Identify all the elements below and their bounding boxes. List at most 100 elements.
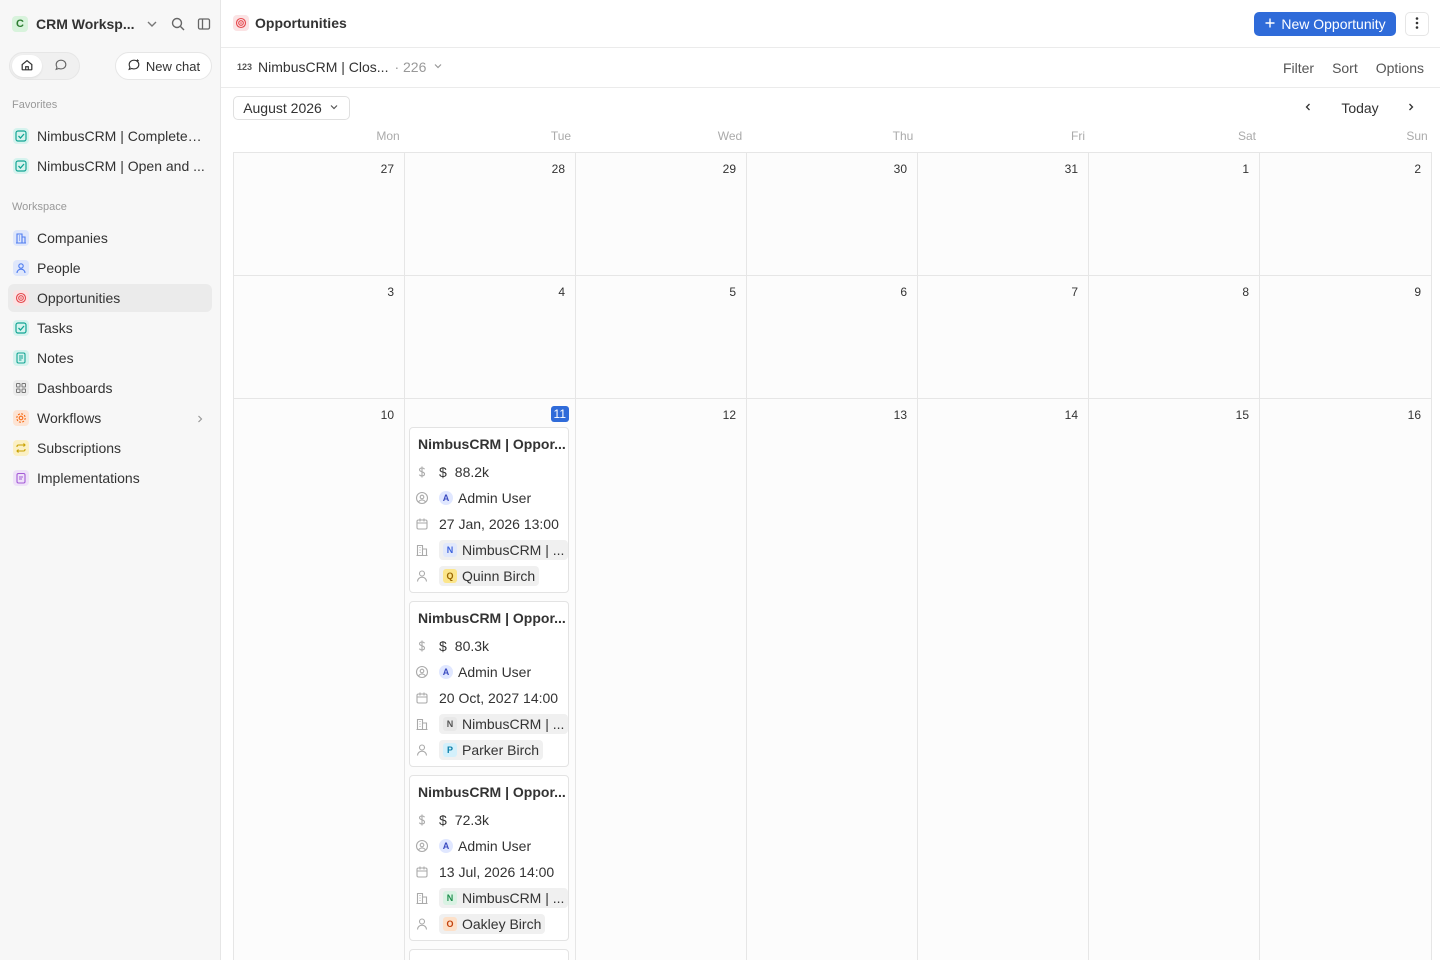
favorite-item-completed[interactable]: NimbusCRM | Completed ... (8, 122, 212, 150)
sidebar-item-notes[interactable]: Notes (8, 344, 212, 372)
card-title: NimbusCRM | Oppor... (418, 436, 566, 452)
home-tab[interactable] (12, 55, 42, 77)
company-chip[interactable]: N NimbusCRM | ... (439, 540, 569, 560)
today-button[interactable]: Today (1333, 99, 1387, 117)
sidebar-item-dashboards[interactable]: Dashboards (8, 374, 212, 402)
owner-chip[interactable]: A Admin User (439, 662, 535, 682)
company-chip[interactable]: N NimbusCRM | ... (439, 888, 569, 908)
sidebar-item-opportunities[interactable]: Opportunities (8, 284, 212, 312)
contact-chip[interactable]: Q Quinn Birch (439, 566, 540, 586)
calendar-day[interactable]: 30 (747, 153, 918, 276)
owner-chip[interactable]: A Admin User (439, 836, 535, 856)
calendar-day[interactable]: 14 (918, 399, 1089, 960)
chevron-down-icon[interactable] (144, 16, 160, 35)
search-icon[interactable] (170, 16, 186, 35)
avatar: Q (443, 569, 457, 583)
currency-field-icon (415, 465, 429, 479)
next-month-button[interactable] (1401, 99, 1421, 117)
view-selector[interactable]: 123 NimbusCRM | Clos... · 226 (237, 59, 444, 75)
day-number: 5 (729, 285, 736, 299)
calendar-day[interactable]: 29 (576, 153, 747, 276)
opportunity-card[interactable] (409, 949, 569, 960)
options-button[interactable]: Options (1376, 60, 1424, 76)
favorites-heading: Favorites (12, 99, 58, 111)
calendar-day[interactable]: 1 (1089, 153, 1260, 276)
close-date: 27 Jan, 2026 13:00 (439, 516, 559, 532)
owner-chip[interactable]: A Admin User (439, 488, 535, 508)
company-name: NimbusCRM | ... (462, 542, 565, 558)
month-selector[interactable]: August 2026 (233, 96, 350, 120)
calendar-day[interactable]: 12 (576, 399, 747, 960)
sidebar-item-tasks[interactable]: Tasks (8, 314, 212, 342)
opportunity-card[interactable]: NimbusCRM | Oppor... $72.3k A Admin User … (409, 775, 569, 941)
new-opportunity-button[interactable]: New Opportunity (1254, 12, 1396, 36)
calendar-day[interactable]: 13 (747, 399, 918, 960)
sidebar-item-label: People (37, 260, 81, 276)
amount-value: 88.2k (454, 464, 490, 480)
avatar: A (439, 491, 453, 505)
close-date: 13 Jul, 2026 14:00 (439, 864, 555, 880)
calendar-day[interactable]: 28 (405, 153, 576, 276)
previous-month-button[interactable] (1298, 99, 1318, 117)
owner-name: Admin User (458, 838, 532, 854)
sidebar-item-label: Subscriptions (37, 440, 122, 456)
day-number: 1 (1242, 162, 1249, 176)
calendar-day[interactable]: 16 (1260, 399, 1432, 960)
sidebar-item-companies[interactable]: Companies (8, 224, 212, 252)
page-title-text: Opportunities (255, 15, 347, 31)
calendar-day[interactable]: 27 (234, 153, 405, 276)
building-icon (415, 543, 429, 557)
chat-tab[interactable] (46, 55, 76, 77)
calendar-day[interactable]: 10 (234, 399, 405, 960)
contact-chip[interactable]: P Parker Birch (439, 740, 544, 760)
sidebar-item-label: Companies (37, 230, 108, 246)
company-chip[interactable]: N NimbusCRM | ... (439, 714, 569, 734)
checkbox-icon (13, 158, 29, 174)
calendar-day[interactable]: 4 (405, 276, 576, 399)
calendar-day[interactable]: 9 (1260, 276, 1432, 399)
sidebar-item-implementations[interactable]: Implementations (8, 464, 212, 492)
calendar-day-today[interactable]: 11 NimbusCRM | Oppor... $88.2k A Admin Us… (405, 399, 576, 960)
currency-symbol: $ (439, 638, 447, 654)
calendar-day[interactable]: 8 (1089, 276, 1260, 399)
owner-field-icon (415, 665, 429, 679)
calendar-day[interactable]: 3 (234, 276, 405, 399)
target-icon (13, 290, 29, 306)
company-logo: N (443, 543, 457, 557)
day-number: 31 (1064, 162, 1078, 176)
sidebar-item-people[interactable]: People (8, 254, 212, 282)
sidebar-item-workflows[interactable]: Workflows (8, 404, 212, 432)
workspace-switcher[interactable]: C CRM Worksp... (12, 14, 212, 34)
building-icon (415, 891, 429, 905)
new-chat-button[interactable]: New chat (115, 52, 212, 80)
sort-button[interactable]: Sort (1332, 60, 1358, 76)
number-field-icon: 123 (237, 62, 253, 72)
calendar-day[interactable]: 31 (918, 153, 1089, 276)
weekday-header: Wed (717, 129, 743, 143)
sidebar-item-subscriptions[interactable]: Subscriptions (8, 434, 212, 462)
repeat-icon (13, 440, 29, 456)
settings-icon (13, 410, 29, 426)
calendar-day[interactable]: 7 (918, 276, 1089, 399)
sidebar-item-label: Dashboards (37, 380, 113, 396)
opportunity-card[interactable]: NimbusCRM | Oppor... $88.2k A Admin User … (409, 427, 569, 593)
calendar-day[interactable]: 15 (1089, 399, 1260, 960)
calendar-day[interactable]: 6 (747, 276, 918, 399)
main-content: Opportunities New Opportunity 123 Nimbus… (221, 0, 1440, 960)
day-number: 6 (900, 285, 907, 299)
calendar-day[interactable]: 2 (1260, 153, 1432, 276)
opportunity-card[interactable]: NimbusCRM | Oppor... $80.3k A Admin User … (409, 601, 569, 767)
chevron-right-icon[interactable] (194, 412, 206, 428)
company-name: NimbusCRM | ... (462, 716, 565, 732)
more-options-button[interactable] (1405, 12, 1429, 36)
contact-chip[interactable]: O Oakley Birch (439, 914, 546, 934)
dashboard-icon (13, 380, 29, 396)
sidebar-item-label: Workflows (37, 410, 102, 426)
sidebar-collapse-icon[interactable] (196, 16, 212, 35)
favorite-item-open[interactable]: NimbusCRM | Open and ... (8, 152, 212, 180)
day-number: 29 (722, 162, 736, 176)
filter-button[interactable]: Filter (1283, 60, 1314, 76)
calendar-day[interactable]: 5 (576, 276, 747, 399)
day-number: 3 (387, 285, 394, 299)
day-number: 30 (893, 162, 907, 176)
